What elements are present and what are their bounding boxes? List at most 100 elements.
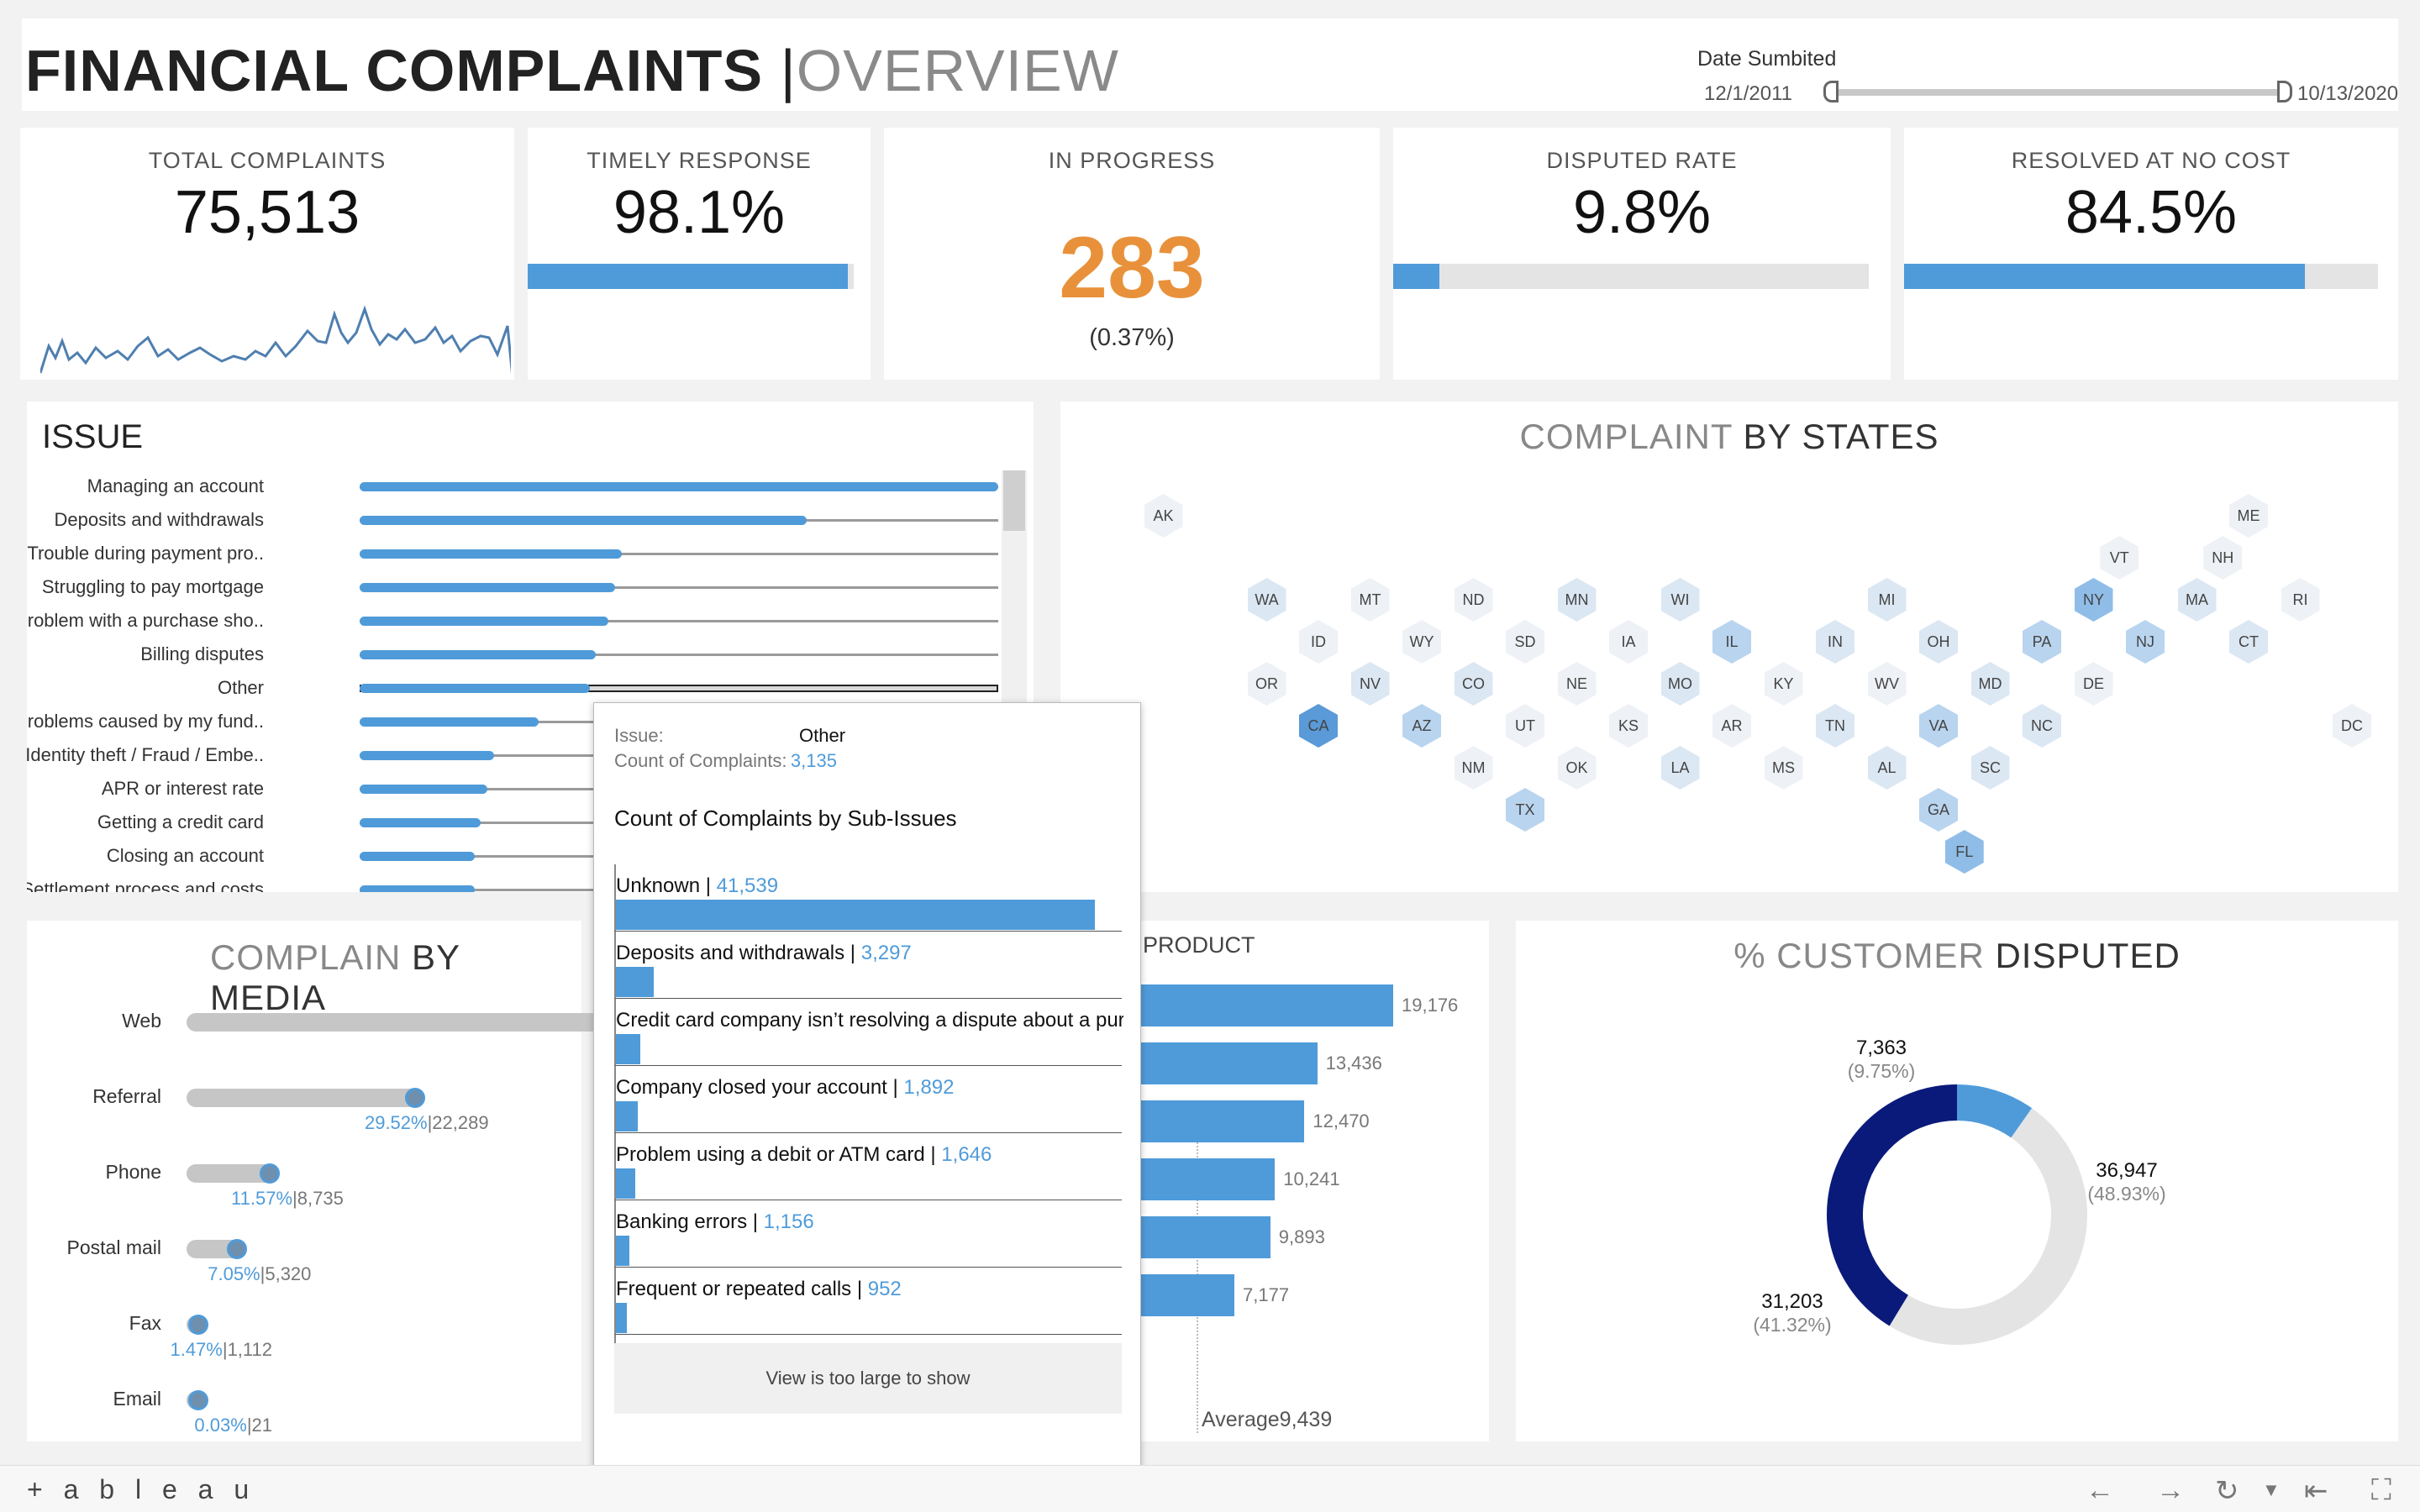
issue-bar[interactable] (360, 549, 622, 559)
issue-bar[interactable] (360, 516, 807, 525)
sub-issue-row[interactable]: Company closed your account | 1,892 (614, 1066, 1122, 1133)
state-hex-ne[interactable]: NE (1557, 662, 1597, 706)
state-hex-oh[interactable]: OH (1919, 620, 1958, 664)
state-hex-al[interactable]: AL (1867, 746, 1907, 790)
state-hex-nv[interactable]: NV (1350, 662, 1390, 706)
kpi-resolved-no-cost[interactable]: RESOLVED AT NO COST 84.5% (1904, 128, 2398, 380)
state-hex-wa[interactable]: WA (1247, 578, 1286, 622)
tableau-logo[interactable]: + a b l e a u (27, 1474, 255, 1505)
state-hex-mi[interactable]: MI (1867, 578, 1907, 622)
sub-issue-bar[interactable] (616, 1168, 635, 1199)
state-hex-va[interactable]: VA (1919, 704, 1958, 748)
state-hex-fl[interactable]: FL (1944, 830, 1984, 874)
state-hex-ky[interactable]: KY (1764, 662, 1803, 706)
state-hex-nc[interactable]: NC (2023, 704, 2061, 748)
donut-segment[interactable] (1889, 1108, 2087, 1345)
state-hex-in[interactable]: IN (1816, 620, 1854, 664)
product-bar[interactable] (1139, 1100, 1305, 1142)
product-bar[interactable] (1139, 1042, 1318, 1084)
state-hex-mo[interactable]: MO (1660, 662, 1700, 706)
state-hex-nm[interactable]: NM (1454, 746, 1493, 790)
state-hex-ks[interactable]: KS (1609, 704, 1648, 748)
state-hex-ny[interactable]: NY (2074, 578, 2113, 622)
sub-issue-bar[interactable] (616, 1236, 629, 1266)
product-bar[interactable] (1139, 1274, 1235, 1316)
total-sparkline[interactable] (40, 276, 511, 380)
sub-issue-bar[interactable] (616, 967, 655, 997)
kpi-total-complaints[interactable]: TOTAL COMPLAINTS 75,513 (20, 128, 514, 380)
kpi-in-progress[interactable]: IN PROGRESS 283 (0.37%) (884, 128, 1380, 380)
state-hex-sd[interactable]: SD (1506, 620, 1544, 664)
state-hex-wi[interactable]: WI (1660, 578, 1700, 622)
issue-bar[interactable] (360, 583, 615, 592)
state-hex-dc[interactable]: DC (2333, 704, 2371, 748)
media-bar[interactable] (187, 1089, 424, 1107)
state-hex-ak[interactable]: AK (1144, 494, 1183, 538)
state-hex-ms[interactable]: MS (1764, 746, 1803, 790)
redo-icon[interactable]: → (2156, 1474, 2185, 1507)
sub-issue-row[interactable]: Banking errors | 1,156 (614, 1200, 1122, 1268)
state-hex-co[interactable]: CO (1454, 662, 1493, 706)
product-bar[interactable] (1139, 1216, 1270, 1258)
issue-bar[interactable] (360, 617, 609, 626)
state-hex-or[interactable]: OR (1247, 662, 1286, 706)
product-bar[interactable] (1139, 984, 1393, 1026)
issue-bar[interactable] (360, 482, 998, 491)
pause-updates-icon[interactable]: ⇤ (2304, 1474, 2328, 1508)
state-hex-az[interactable]: AZ (1402, 704, 1441, 748)
undo-icon[interactable]: ← (2086, 1474, 2114, 1507)
state-hex-pa[interactable]: PA (2023, 620, 2061, 664)
fullscreen-icon[interactable]: ⛶ (2371, 1474, 2391, 1507)
state-hex-id[interactable]: ID (1299, 620, 1338, 664)
issue-row[interactable]: Problem with a purchase sho.. (27, 608, 1034, 642)
state-hex-ga[interactable]: GA (1919, 788, 1958, 832)
state-hex-tn[interactable]: TN (1816, 704, 1854, 748)
kpi-timely-response[interactable]: TIMELY RESPONSE 98.1% (528, 128, 871, 380)
sub-issue-bar[interactable] (616, 900, 1095, 930)
issue-row[interactable]: Billing disputes (27, 642, 1034, 675)
state-hex-ok[interactable]: OK (1557, 746, 1597, 790)
issue-bar[interactable] (360, 885, 475, 892)
scrollbar-thumb[interactable] (1003, 470, 1025, 531)
issue-bar[interactable] (360, 852, 475, 861)
state-hex-ri[interactable]: RI (2281, 578, 2320, 622)
sub-issue-bar[interactable] (616, 1101, 639, 1131)
product-bar[interactable] (1139, 1158, 1276, 1200)
issue-bar[interactable] (360, 818, 481, 827)
state-hex-mn[interactable]: MN (1557, 578, 1597, 622)
date-start-handle[interactable] (1823, 81, 1839, 102)
sub-issue-row[interactable]: Unknown | 41,539 (614, 864, 1122, 932)
issue-bar[interactable] (360, 751, 494, 760)
state-hex-de[interactable]: DE (2074, 662, 2113, 706)
issue-bar[interactable] (360, 785, 487, 794)
issue-row[interactable]: Trouble during payment pro.. (27, 541, 1034, 575)
date-end-handle[interactable] (2277, 81, 2292, 102)
state-hex-sc[interactable]: SC (1970, 746, 2010, 790)
state-hex-ct[interactable]: CT (2229, 620, 2268, 664)
state-hex-mt[interactable]: MT (1350, 578, 1390, 622)
sub-issue-row[interactable]: Frequent or repeated calls | 952 (614, 1268, 1122, 1335)
state-hex-nh[interactable]: NH (2203, 536, 2243, 580)
revert-icon[interactable]: ↻ (2215, 1474, 2239, 1508)
state-hex-tx[interactable]: TX (1506, 788, 1544, 832)
issue-bar[interactable] (360, 717, 539, 727)
disputed-donut[interactable] (1823, 1080, 2091, 1349)
state-hex-ia[interactable]: IA (1609, 620, 1648, 664)
state-hex-il[interactable]: IL (1712, 620, 1751, 664)
state-hex-md[interactable]: MD (1970, 662, 2010, 706)
kpi-disputed-rate[interactable]: DISPUTED RATE 9.8% (1393, 128, 1891, 380)
state-hex-la[interactable]: LA (1660, 746, 1700, 790)
state-hex-ut[interactable]: UT (1506, 704, 1544, 748)
sub-issue-row[interactable]: Card was charged for something you did n… (614, 1335, 1122, 1343)
state-hex-ar[interactable]: AR (1712, 704, 1751, 748)
state-hex-wv[interactable]: WV (1867, 662, 1907, 706)
sub-issue-row[interactable]: Problem using a debit or ATM card | 1,64… (614, 1133, 1122, 1200)
chevron-down-icon[interactable]: ▼ (2262, 1479, 2281, 1501)
issue-bar[interactable] (360, 684, 590, 693)
sub-issue-bar[interactable] (616, 1034, 640, 1064)
sub-issue-row[interactable]: Credit card company isn’t resolving a di… (614, 999, 1123, 1066)
donut-segment[interactable] (1827, 1084, 1957, 1326)
issue-row[interactable]: Deposits and withdrawals (27, 507, 1034, 541)
state-hex-ca[interactable]: CA (1299, 704, 1338, 748)
state-hex-nj[interactable]: NJ (2126, 620, 2165, 664)
